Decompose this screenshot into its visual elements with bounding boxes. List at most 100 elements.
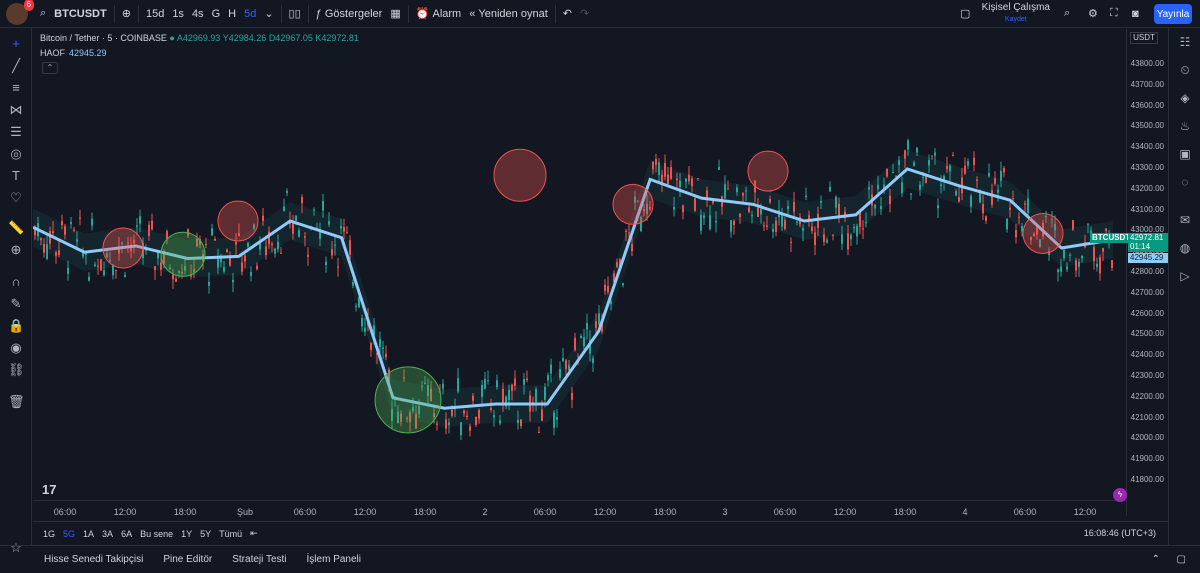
range-ytd[interactable]: Bu sene <box>140 529 173 539</box>
candle-body <box>1102 248 1104 252</box>
sell-signal <box>612 183 654 225</box>
workspace-selector[interactable]: Kişisel Çalışma Kaydet <box>982 2 1050 26</box>
candle-body <box>604 284 606 291</box>
fullscreen-icon[interactable]: ⛶ <box>1106 0 1122 28</box>
candle-body <box>805 195 807 198</box>
zoom-icon[interactable]: ⊕ <box>8 242 24 258</box>
magnet-icon[interactable]: ∩ <box>8 274 24 290</box>
candle-body <box>523 379 525 385</box>
interval-g[interactable]: G <box>208 0 225 28</box>
candle-body <box>160 262 162 270</box>
lightning-icon[interactable]: ϟ <box>1113 488 1127 502</box>
symbol-search[interactable]: BTCUSDT <box>50 0 111 28</box>
price-tick: 43800.00 <box>1130 59 1164 68</box>
range-1y[interactable]: 1Y <box>181 529 192 539</box>
workspace-name: Kişisel Çalışma <box>981 2 1050 13</box>
publish-button[interactable]: Yayınla <box>1154 4 1192 24</box>
watchlist-icon[interactable]: ☷ <box>1177 34 1193 50</box>
range-5y[interactable]: 5Y <box>200 529 211 539</box>
candle-type-icon[interactable]: ▯▯ <box>285 0 305 28</box>
interval-4s[interactable]: 4s <box>188 0 208 28</box>
interval-1s[interactable]: 1s <box>168 0 188 28</box>
currency-selector[interactable]: USDT <box>1130 32 1158 44</box>
candle-body <box>307 254 309 257</box>
alerts-clock-icon[interactable]: ⏲ <box>1177 62 1193 78</box>
interval-5d[interactable]: 5d <box>240 0 260 28</box>
candle-body <box>283 206 285 211</box>
settings-icon[interactable]: ⚙ <box>1084 0 1102 28</box>
price-tick: 42200.00 <box>1130 391 1164 401</box>
indicators-label: Göstergeler <box>324 7 383 20</box>
trash-icon[interactable]: 🗑 <box>8 394 25 410</box>
range-all[interactable]: Tümü <box>219 529 242 539</box>
goto-date-icon[interactable]: ⇤ <box>250 528 258 539</box>
collapse-panel-icon[interactable]: ⌃ <box>1152 554 1160 565</box>
fib-icon[interactable]: ☰ <box>8 124 24 140</box>
link-icon[interactable]: ⛓ <box>8 362 25 378</box>
add-symbol-icon[interactable]: ⊕ <box>118 0 135 28</box>
play-icon[interactable]: ▷ <box>1177 268 1193 284</box>
lock-drawing-icon[interactable]: ✎ <box>8 296 24 312</box>
indicator-name: HAOF <box>40 48 66 58</box>
replay-button[interactable]: « Yeniden oynat <box>465 0 552 28</box>
maximize-panel-icon[interactable]: ▢ <box>1177 554 1186 565</box>
ruler-icon[interactable]: 📏 <box>8 220 24 236</box>
lock-icon[interactable]: 🔒 <box>8 318 24 334</box>
alarm-button[interactable]: ⏰ Alarm <box>412 0 466 28</box>
redo-icon[interactable]: ↷ <box>576 0 593 28</box>
hotlist-icon[interactable]: ♨ <box>1177 118 1193 134</box>
range-1a[interactable]: 1A <box>83 529 94 539</box>
interval-15d[interactable]: 15d <box>142 0 168 28</box>
eye-icon[interactable]: ◉ <box>8 340 24 356</box>
chevron-down-icon[interactable]: ⌄ <box>260 0 277 28</box>
tab-strategy-tester[interactable]: Strateji Testi <box>232 554 286 565</box>
horizontal-lines-icon[interactable]: ≡ <box>8 80 24 96</box>
alarm-label: Alarm <box>432 7 462 20</box>
candle-body <box>712 201 714 204</box>
ideas-icon[interactable]: ◌ <box>1177 174 1193 190</box>
indicators-button[interactable]: ƒ Göstergeler <box>312 0 387 28</box>
replay-label: Yeniden oynat <box>478 7 548 20</box>
candle-body <box>499 420 501 424</box>
workspace-icon[interactable]: ▢ <box>956 0 974 28</box>
interval-h[interactable]: H <box>224 0 240 28</box>
tab-trading-panel[interactable]: İşlem Paneli <box>307 554 361 565</box>
heart-icon[interactable]: ♡ <box>8 190 24 206</box>
layers-icon[interactable]: ◈ <box>1177 90 1193 106</box>
candle-body <box>46 244 48 260</box>
search-icon[interactable]: ⌕ <box>36 0 50 28</box>
notification-badge: 6 <box>23 0 34 11</box>
crosshair-icon[interactable]: + <box>8 36 24 52</box>
range-3a[interactable]: 3A <box>102 529 113 539</box>
candle-body <box>1075 260 1077 271</box>
tab-screener[interactable]: Hisse Senedi Takipçisi <box>44 554 143 565</box>
text-icon[interactable]: T <box>8 168 24 184</box>
streams-icon[interactable]: ◍ <box>1177 240 1193 256</box>
clock[interactable]: 16:08:46 (UTC+3) <box>1084 528 1156 538</box>
range-6a[interactable]: 6A <box>121 529 132 539</box>
price-tick: 42100.00 <box>1130 412 1164 422</box>
layouts-icon[interactable]: ▦ <box>386 0 404 28</box>
camera-icon[interactable]: ◙ <box>1128 0 1143 28</box>
tab-pine-editor[interactable]: Pine Editör <box>163 554 212 565</box>
trendline-icon[interactable]: ╱ <box>8 58 24 74</box>
undo-icon[interactable]: ↶ <box>559 0 576 28</box>
candle-body <box>874 204 876 209</box>
indicator-legend[interactable]: HAOF 42945.29 <box>40 48 107 58</box>
range-5g[interactable]: 5G <box>63 529 75 539</box>
widget-bar: ☷ ⏲ ◈ ♨ ▣ ◌ ✉ ◍ ▷ <box>1168 28 1200 545</box>
time-tick: 06:00 <box>773 507 797 517</box>
time-axis[interactable]: 06:00 12:00 18:00 Şub 06:00 12:00 18:00 2 06:00 1… <box>33 500 1126 520</box>
pattern-icon[interactable]: ⋈ <box>8 102 24 118</box>
collapse-legend-button[interactable]: ⌃ <box>42 62 58 74</box>
chat-icon[interactable]: ✉ <box>1177 212 1193 228</box>
candle-body <box>934 152 936 156</box>
quick-search-icon[interactable]: ⌕ <box>1060 0 1074 28</box>
calendar-icon[interactable]: ▣ <box>1177 146 1193 162</box>
price-chart[interactable] <box>33 29 1126 516</box>
range-1g[interactable]: 1G <box>43 529 55 539</box>
price-axis[interactable]: 43800.00 43700.00 43600.00 43500.00 43400.00… <box>1126 29 1168 516</box>
avatar[interactable]: 6 <box>6 0 34 25</box>
candle-body <box>535 389 537 402</box>
brush-icon[interactable]: ◎ <box>8 146 24 162</box>
